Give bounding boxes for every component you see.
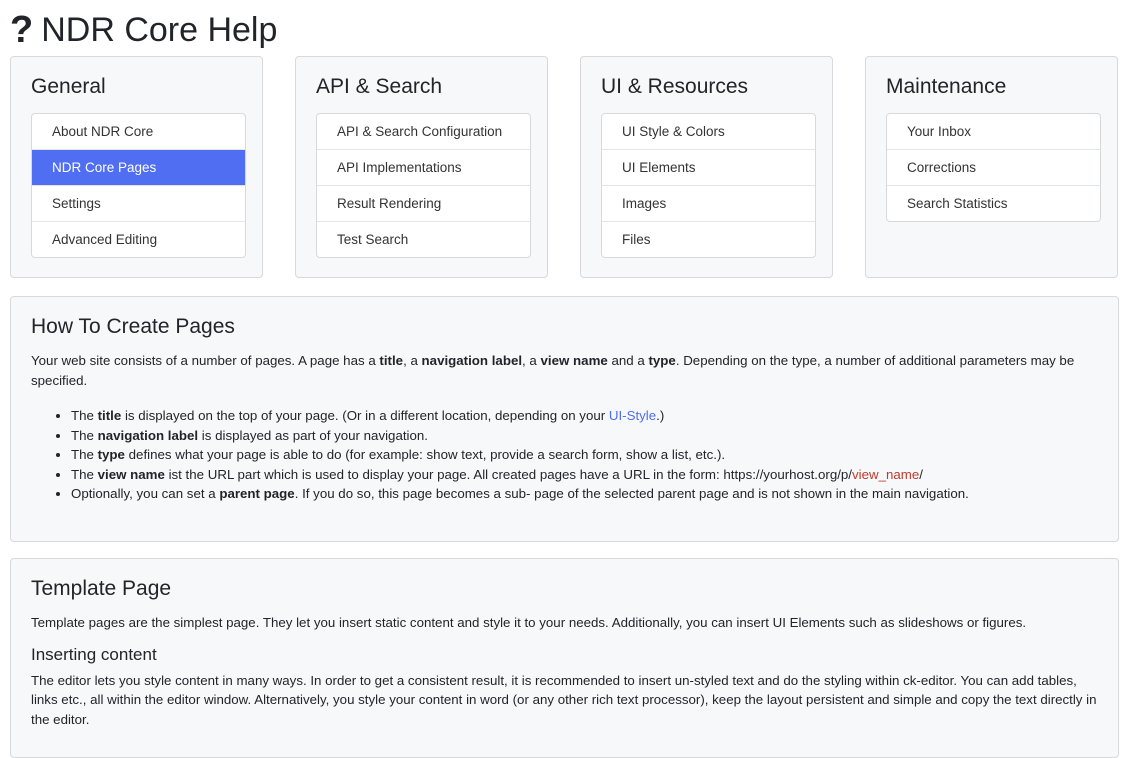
question-mark-icon: ? — [10, 9, 34, 51]
help-link-ui-style-colors[interactable]: UI Style & Colors — [602, 114, 815, 150]
help-card-general: General About NDR Core NDR Core Pages Se… — [10, 56, 263, 278]
help-link-files[interactable]: Files — [602, 222, 815, 257]
card-link-list: About NDR Core NDR Core Pages Settings A… — [31, 113, 246, 258]
help-link-ndr-core-pages[interactable]: NDR Core Pages — [32, 150, 245, 186]
help-link-api-search-configuration[interactable]: API & Search Configuration — [317, 114, 530, 150]
help-link-about-ndr-core[interactable]: About NDR Core — [32, 114, 245, 150]
section-title: Template Page — [31, 577, 172, 600]
help-link-settings[interactable]: Settings — [32, 186, 245, 222]
bullet-list: The title is displayed on the top of you… — [31, 406, 1098, 504]
section-title: How To Create Pages — [31, 315, 235, 338]
help-link-test-search[interactable]: Test Search — [317, 222, 530, 257]
help-link-images[interactable]: Images — [602, 186, 815, 222]
card-link-list: Your Inbox Corrections Search Statistics — [886, 113, 1101, 222]
help-link-ui-elements[interactable]: UI Elements — [602, 150, 815, 186]
card-link-list: UI Style & Colors UI Elements Images Fil… — [601, 113, 816, 258]
subsection-title: Inserting content — [31, 644, 157, 664]
help-link-corrections[interactable]: Corrections — [887, 150, 1100, 186]
view-name-link[interactable]: view_name — [852, 467, 919, 482]
section-intro: Your web site consists of a number of pa… — [31, 353, 1075, 388]
section-how-to-create-pages: How To Create Pages Your web site consis… — [10, 296, 1119, 542]
card-title: UI & Resources — [601, 75, 749, 98]
help-link-result-rendering[interactable]: Result Rendering — [317, 186, 530, 222]
help-link-advanced-editing[interactable]: Advanced Editing — [32, 222, 245, 257]
help-link-search-statistics[interactable]: Search Statistics — [887, 186, 1100, 221]
bullet-navigation-label: The navigation label is displayed as par… — [71, 426, 1098, 446]
help-card-api-search: API & Search API & Search Configuration … — [295, 56, 548, 278]
bullet-view-name: The view name ist the URL part which is … — [71, 465, 1098, 485]
ui-style-link[interactable]: UI-Style — [609, 408, 656, 423]
page-header: ? NDR Core Help — [10, 8, 277, 52]
section-intro: Template pages are the simplest page. Th… — [31, 615, 1027, 630]
bullet-parent-page: Optionally, you can set a parent page. I… — [71, 484, 1098, 504]
page-title: NDR Core Help — [41, 11, 278, 49]
section-template-page: Template Page Template pages are the sim… — [10, 558, 1119, 758]
card-title: General — [31, 75, 106, 98]
bullet-title: The title is displayed on the top of you… — [71, 406, 1098, 426]
help-card-ui-resources: UI & Resources UI Style & Colors UI Elem… — [580, 56, 833, 278]
help-link-api-implementations[interactable]: API Implementations — [317, 150, 530, 186]
help-link-your-inbox[interactable]: Your Inbox — [887, 114, 1100, 150]
subsection-text: The editor lets you style content in man… — [31, 672, 1097, 727]
card-title: Maintenance — [886, 75, 1007, 98]
card-link-list: API & Search Configuration API Implement… — [316, 113, 531, 258]
card-title: API & Search — [316, 75, 443, 98]
bullet-type: The type defines what your page is able … — [71, 445, 1098, 465]
help-card-maintenance: Maintenance Your Inbox Corrections Searc… — [865, 56, 1118, 278]
